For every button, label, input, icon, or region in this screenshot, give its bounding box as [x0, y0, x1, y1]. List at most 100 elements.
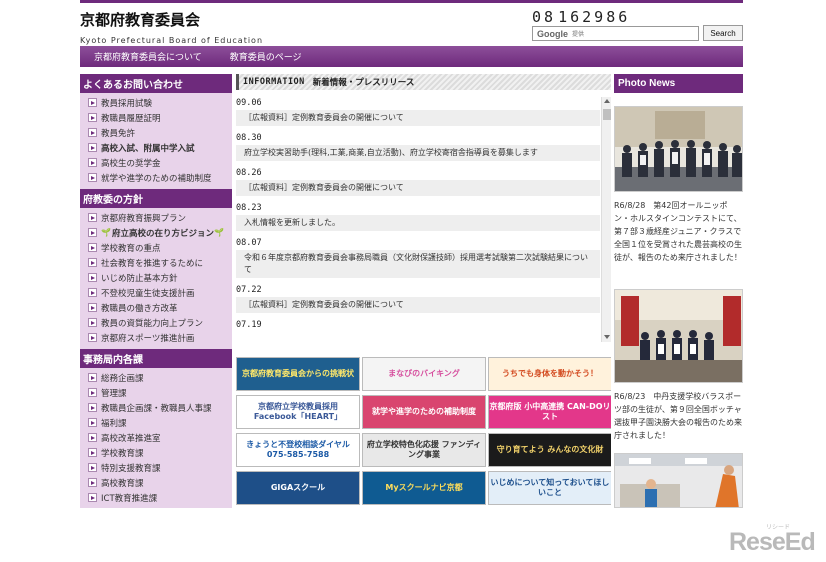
arrow-bullet-icon	[88, 388, 97, 397]
sidebar-item[interactable]: 京都府スポーツ推進計画	[88, 330, 232, 345]
counter-digit: 8	[544, 8, 555, 26]
sidebar-item-label: 教職員企画課・教職員人事課	[101, 403, 212, 414]
counter-digit: 1	[558, 8, 569, 26]
info-date: 08.23	[236, 203, 262, 213]
counter-digit: 8	[606, 8, 617, 26]
scroll-up-icon[interactable]	[604, 99, 610, 103]
info-link[interactable]: ［広報資料］定例教育委員会の開催について	[236, 297, 600, 313]
sidebar-item-label: 教員の資質能力向上プラン	[101, 318, 204, 329]
sidebar-item[interactable]: 教員採用試験	[88, 95, 232, 110]
banner-link[interactable]: 府立学校特色化応援 ファンディング事業	[362, 433, 486, 467]
top-nav: 京都府教育委員会について 教育委員のページ	[80, 46, 743, 67]
banner-link[interactable]: うちでも身体を動かそう！	[488, 357, 611, 391]
sidebar-item[interactable]: 学校教育の重点	[88, 240, 232, 255]
sidebar-item[interactable]: 不登校児童生徒支援計画	[88, 285, 232, 300]
sidebar-item[interactable]: 社会教育を推進するために	[88, 255, 232, 270]
search-input[interactable]: Google 提供	[532, 26, 699, 41]
banner-link[interactable]: 就学や進学のための補助制度	[362, 395, 486, 429]
banner-link[interactable]: いじめについて知っておいてほしいこと	[488, 471, 611, 505]
sidebar-item[interactable]: 高校入試、附属中学入試	[88, 140, 232, 155]
photo-news-caption-1: R6/8/28 第42回オールニッポン・ホルスタインコンテストにて、第７部３歳経…	[614, 201, 742, 262]
info-list: 09.06 ［広報資料］定例教育委員会の開催について 08.30 府立学校実習助手(理…	[236, 97, 600, 342]
banner-grid: 京都府教育委員会からの挑戦状 まなびのバイキング うちでも身体を動かそう！ 京都府立学…	[236, 357, 611, 508]
sidebar-item[interactable]: 教職員の働き方改革	[88, 300, 232, 315]
sidebar-list: 教員採用試験 教職員履歴証明教員免許高校入試、附属中学入試 高校生の奨学金 就学や進学…	[80, 93, 232, 189]
arrow-bullet-icon	[88, 493, 97, 502]
banner-link[interactable]: Myスクールナビ京都	[362, 471, 486, 505]
sidebar-item[interactable]: 教職員履歴証明	[88, 110, 232, 125]
scroll-down-icon[interactable]	[604, 335, 610, 339]
arrow-bullet-icon	[88, 113, 97, 122]
banner-link[interactable]: まなびのバイキング	[362, 357, 486, 391]
group-photo-1	[615, 107, 742, 191]
banner-link[interactable]: きょうと不登校相談ダイヤル 075-585-7588	[236, 433, 360, 467]
sprout-icon: 🌱	[101, 228, 111, 237]
info-date: 08.26	[236, 168, 262, 178]
watermark-logo: ReseEd	[729, 528, 816, 556]
visitor-counter: 08 162986	[532, 8, 628, 26]
banner-link[interactable]: GIGAスクール	[236, 471, 360, 505]
sidebar-item[interactable]: いじめ防止基本方針	[88, 270, 232, 285]
sidebar-item[interactable]: 総務企画課	[88, 370, 232, 385]
info-link[interactable]: 令和６年度京都府教育委員会事務局職員（文化財保護技師）採用選考試験第二次試験結果…	[236, 250, 600, 278]
search-button[interactable]: Search	[703, 25, 743, 41]
banner-link[interactable]: 京都府立学校教員採用 Facebook「HEART」	[236, 395, 360, 429]
info-link[interactable]: ［広報資料］定例教育委員会の開催について	[236, 110, 600, 126]
sidebar-item[interactable]: 管理課	[88, 385, 232, 400]
arrow-bullet-icon	[88, 273, 97, 282]
arrow-bullet-icon	[88, 433, 97, 442]
arrow-bullet-icon	[88, 288, 97, 297]
site-title[interactable]: 京都府教育委員会	[80, 9, 200, 30]
sidebar-item[interactable]: 🌱 府立高校の在り方ビジョン 🌱	[88, 225, 232, 240]
counter-digit: 9	[594, 8, 605, 26]
info-scrollbar[interactable]	[601, 97, 611, 342]
scroll-thumb[interactable]	[603, 109, 611, 120]
arrow-bullet-icon	[88, 143, 97, 152]
arrow-bullet-icon	[88, 243, 97, 252]
sprout-icon: 🌱	[213, 228, 224, 237]
arrow-bullet-icon	[88, 258, 97, 267]
info-header: INFORMATION 新着情報・プレスリリース	[236, 74, 611, 90]
info-link[interactable]: ［広報資料］定例教育委員会の開催について	[236, 180, 600, 196]
photo-news-image-1[interactable]	[614, 106, 743, 192]
sidebar-item[interactable]: 京都府教育振興プラン	[88, 210, 232, 225]
banner-link[interactable]: 京都府版 小中高連携 CAN-DOリスト	[488, 395, 611, 429]
arrow-bullet-icon	[88, 303, 97, 312]
sidebar-item-label: いじめ防止基本方針	[101, 273, 178, 284]
info-date: 08.07	[236, 238, 262, 248]
photo-news-image-3[interactable]	[614, 453, 743, 508]
sidebar-item[interactable]: 就学や進学のための補助制度	[88, 170, 232, 185]
topnav-item[interactable]: 教育委員のページ	[216, 50, 316, 63]
sidebar-item[interactable]: 福利課	[88, 415, 232, 430]
sidebar: よくあるお問い合わせ 教員採用試験 教職員履歴証明 教員免許 高校入試、附属中学入試 高校…	[80, 74, 232, 508]
sidebar-item-label: 教員免許	[101, 128, 136, 139]
topnav-item[interactable]: 京都府教育委員会について	[80, 50, 216, 63]
sidebar-item-label: 高校入試、附属中学入試	[101, 143, 195, 154]
sidebar-item-label: ICT教育推進課	[101, 493, 158, 504]
sidebar-item[interactable]: 特別支援教育課	[88, 460, 232, 475]
arrow-bullet-icon	[88, 158, 97, 167]
sidebar-item[interactable]: 教員免許	[88, 125, 232, 140]
photo-news-image-2[interactable]	[614, 289, 743, 383]
resed-watermark: リシード ReseEd	[725, 520, 825, 562]
sidebar-item[interactable]: 教職員企画課・教職員人事課	[88, 400, 232, 415]
sidebar-item-label: 管理課	[101, 388, 127, 399]
top-accent-line	[80, 0, 743, 3]
sidebar-item-label: 不登校児童生徒支援計画	[101, 288, 195, 299]
sidebar-item[interactable]: 学校教育課	[88, 445, 232, 460]
info-link[interactable]: 府立学校実習助手(理科,工業,商業,自立活動)、府立学校寄宿舎指導員を募集します	[236, 145, 600, 161]
counter-digit: 2	[582, 8, 593, 26]
sidebar-item[interactable]: ICT教育推進課	[88, 490, 232, 505]
sidebar-item[interactable]: 教員の資質能力向上プラン	[88, 315, 232, 330]
sidebar-item[interactable]: 高校教育課	[88, 475, 232, 490]
info-link[interactable]: 入札情報を更新しました。	[236, 215, 600, 231]
banner-link[interactable]: 京都府教育委員会からの挑戦状	[236, 357, 360, 391]
sidebar-item[interactable]: 高校生の奨学金	[88, 155, 232, 170]
arrow-bullet-icon	[88, 173, 97, 182]
google-logo: Google	[537, 28, 568, 39]
site-subtitle: Kyoto Prefectural Board of Education	[80, 36, 264, 45]
photo-news-title: Photo News	[614, 74, 743, 93]
photo-3	[615, 454, 742, 507]
banner-link[interactable]: 守り育てよう みんなの文化財	[488, 433, 611, 467]
sidebar-item[interactable]: 高校改革推進室	[88, 430, 232, 445]
